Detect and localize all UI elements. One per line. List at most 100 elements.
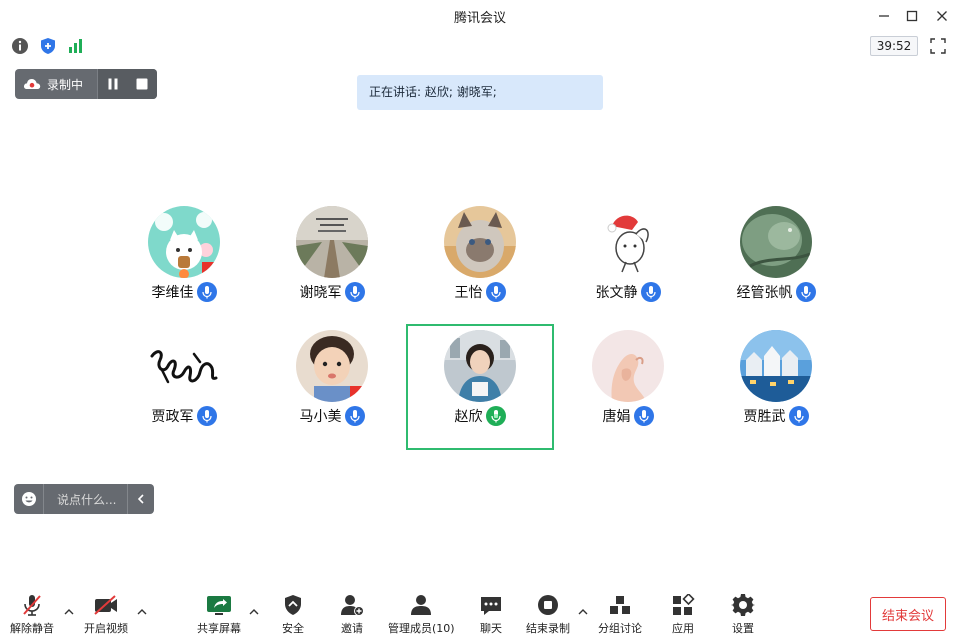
audio-options-caret[interactable] [63, 606, 75, 618]
participant-name-row: 经管张帆 [702, 282, 850, 302]
participant-mic-button[interactable] [196, 282, 217, 302]
participant-mic-button[interactable] [640, 282, 661, 302]
participant-tile[interactable]: 李维佳 [110, 200, 258, 326]
settings-button[interactable]: 设置 [728, 592, 758, 636]
participant-name: 贾胜武 [743, 409, 786, 425]
avatar [444, 330, 516, 402]
network-status-button[interactable] [67, 37, 85, 55]
emoji-button[interactable] [14, 484, 44, 514]
microphone-icon [349, 286, 360, 299]
share-screen-label: 共享屏幕 [197, 622, 241, 635]
share-screen-button[interactable]: 共享屏幕 [197, 592, 241, 636]
invite-button[interactable]: 邀请 [337, 592, 367, 636]
participant-tile[interactable]: 马小美 [258, 324, 406, 450]
recording-indicator[interactable]: 录制中 [15, 69, 97, 99]
chat-quick-bar: 说点什么... [14, 484, 154, 514]
unmute-button[interactable]: 解除静音 [10, 592, 54, 636]
participant-mic-button[interactable] [485, 282, 506, 302]
chevron-up-icon [137, 609, 147, 615]
unmute-label: 解除静音 [10, 622, 54, 635]
avatar [148, 330, 220, 402]
maximize-button[interactable] [898, 4, 926, 28]
participant-tile[interactable]: 贾胜武 [702, 324, 850, 450]
breakout-icon [610, 596, 630, 614]
chat-icon [481, 597, 501, 615]
avatar [740, 206, 812, 278]
chat-collapse-button[interactable] [127, 484, 153, 514]
participant-tile[interactable]: 经管张帆 [702, 200, 850, 326]
stop-recording-toolbar-button[interactable]: 结束录制 [526, 592, 570, 636]
avatar [740, 330, 812, 402]
participant-name: 谢晓军 [299, 285, 342, 301]
recording-label: 录制中 [47, 77, 84, 92]
chevron-up-icon [249, 609, 259, 615]
microphone-icon [793, 410, 804, 423]
avatar [296, 206, 368, 278]
stop-recording-button[interactable] [127, 69, 157, 99]
participant-mic-button[interactable] [795, 282, 816, 302]
gear-icon [731, 594, 755, 616]
invite-label: 邀请 [341, 622, 363, 635]
video-off-icon [94, 595, 117, 615]
security-status-button[interactable] [39, 37, 57, 55]
stop-icon [136, 78, 148, 90]
avatar [296, 330, 368, 402]
microphone-speaking-icon [490, 410, 501, 423]
close-button[interactable] [928, 4, 956, 28]
end-meeting-button[interactable]: 结束会议 [870, 597, 946, 631]
security-label: 安全 [282, 622, 304, 635]
participant-tile[interactable]: 唐娟 [554, 324, 702, 450]
chat-button[interactable]: 聊天 [476, 592, 506, 636]
window-title: 腾讯会议 [453, 11, 506, 26]
apps-label: 应用 [672, 622, 694, 635]
video-options-caret[interactable] [136, 606, 148, 618]
start-video-label: 开启视频 [84, 622, 128, 635]
participant-mic-button[interactable] [344, 406, 365, 426]
minimize-button[interactable] [870, 4, 898, 28]
microphone-icon [490, 286, 501, 299]
participant-mic-button[interactable] [485, 406, 506, 426]
participant-name-row: 马小美 [258, 406, 406, 426]
meeting-info-button[interactable] [11, 37, 29, 55]
microphone-icon [638, 410, 649, 423]
fullscreen-icon [930, 38, 946, 54]
chat-input[interactable]: 说点什么... [57, 491, 127, 508]
microphone-icon [645, 286, 656, 299]
stop-record-icon [538, 595, 558, 615]
signal-icon [69, 39, 82, 53]
record-options-caret[interactable] [577, 606, 589, 618]
breakout-rooms-button[interactable]: 分组讨论 [598, 592, 642, 636]
manage-members-button[interactable]: 管理成员(10) [388, 592, 455, 636]
microphone-icon [349, 410, 360, 423]
share-options-caret[interactable] [248, 606, 260, 618]
participant-name: 李维佳 [151, 285, 194, 301]
apps-button[interactable]: 应用 [668, 592, 698, 636]
avatar [444, 206, 516, 278]
participant-tile[interactable]: 贾政军 [110, 324, 258, 450]
pause-icon [108, 78, 117, 90]
participant-mic-button[interactable] [196, 406, 217, 426]
breakout-rooms-label: 分组讨论 [598, 622, 642, 635]
participant-mic-button[interactable] [344, 282, 365, 302]
security-button[interactable]: 安全 [278, 592, 308, 636]
participant-name-row: 唐娟 [554, 406, 702, 426]
start-video-button[interactable]: 开启视频 [84, 592, 128, 636]
stop-recording-label: 结束录制 [526, 622, 570, 635]
participant-name-row: 李维佳 [110, 282, 258, 302]
participant-tile[interactable]: 谢晓军 [258, 200, 406, 326]
chevron-left-icon [137, 494, 144, 504]
avatar [592, 206, 664, 278]
participant-tile-active[interactable]: 赵欣 [406, 324, 554, 450]
meeting-info-bar: 39:52 [0, 34, 960, 58]
manage-members-label: 管理成员(10) [388, 622, 455, 635]
participant-name: 唐娟 [602, 409, 631, 425]
participant-mic-button[interactable] [788, 406, 809, 426]
participant-tile[interactable]: 王怡 [406, 200, 554, 326]
pause-recording-button[interactable] [97, 69, 127, 99]
participant-mic-button[interactable] [633, 406, 654, 426]
participant-tile[interactable]: 张文静 [554, 200, 702, 326]
microphone-icon [201, 286, 212, 299]
microphone-icon [201, 410, 212, 423]
participant-name-row: 王怡 [406, 282, 554, 302]
fullscreen-button[interactable] [928, 37, 948, 55]
